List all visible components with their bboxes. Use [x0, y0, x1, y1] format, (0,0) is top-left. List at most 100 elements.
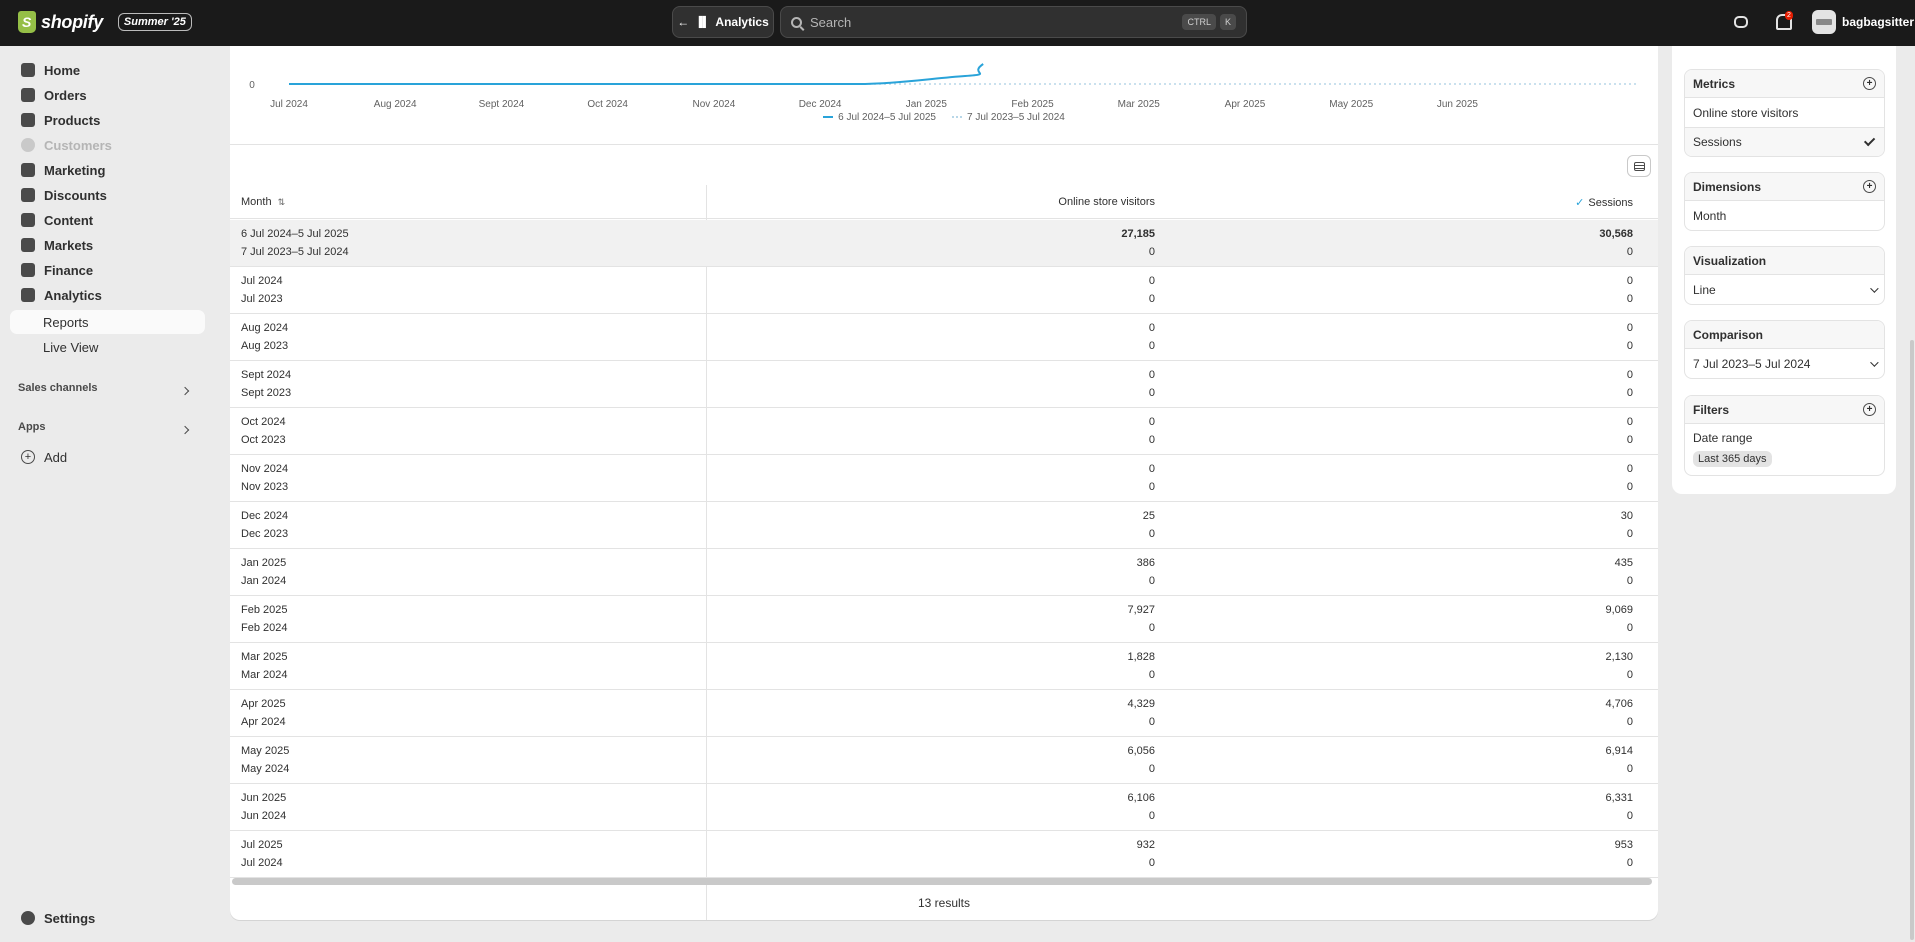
header-label: Month — [241, 196, 272, 208]
shopify-logo[interactable]: shopify Summer '25 — [18, 11, 192, 33]
sidebar-item-marketing[interactable]: Marketing — [10, 158, 205, 182]
visitors-column-header[interactable]: Online store visitors — [1058, 196, 1155, 208]
back-to-analytics-button[interactable]: ← ▐▌ Analytics — [672, 6, 774, 38]
plus-circle-icon: + — [21, 450, 35, 464]
sidebar-item-content[interactable]: Content — [10, 208, 205, 232]
sidebar-item-orders[interactable]: Orders — [10, 83, 205, 107]
add-filter-icon[interactable]: + — [1863, 403, 1876, 416]
sessions-compare-value: 0 — [1626, 810, 1633, 822]
sessions-cell: 00 — [1627, 413, 1633, 449]
sessions-compare-value: 0 — [1626, 246, 1633, 258]
inbox-icon[interactable] — [1734, 16, 1748, 28]
metric-visitors[interactable]: Online store visitors — [1685, 98, 1884, 127]
visitors-value: 0 — [1148, 416, 1155, 428]
sessions-value: 6,331 — [1605, 792, 1633, 804]
visitors-cell: 6,106 0 — [1127, 789, 1155, 825]
metrics-title: Metrics — [1693, 76, 1736, 91]
filter-chip[interactable]: Last 365 days — [1693, 451, 1772, 467]
dimension-month[interactable]: Month — [1685, 201, 1884, 230]
sidebar-item-analytics[interactable]: Analytics — [10, 283, 205, 307]
check-icon: ✓ — [1575, 197, 1585, 209]
analytics-icon — [21, 288, 35, 302]
visitors-value: 1,828 — [1127, 651, 1155, 663]
comparison-select[interactable]: 7 Jul 2023–5 Jul 2024 — [1685, 349, 1884, 378]
visitors-cell: 25 0 — [1143, 507, 1155, 543]
x-tick-label: Apr 2025 — [1225, 99, 1266, 110]
sessions-value: 0 — [1626, 463, 1633, 475]
sessions-column-header[interactable]: ✓ Sessions — [1575, 196, 1633, 209]
dimensions-section: Dimensions + Month — [1684, 172, 1885, 231]
chevron-right-icon[interactable] — [180, 386, 190, 396]
sidebar-item-home[interactable]: Home — [10, 58, 205, 82]
sort-icon[interactable]: ⇅ — [278, 197, 286, 208]
month-cell: Oct 2024 Oct 2023 — [241, 413, 286, 449]
sidebar-item-add[interactable]: + Add — [10, 445, 205, 469]
sidebar-item-finance[interactable]: Finance — [10, 258, 205, 282]
visitors-compare-value: 0 — [1148, 481, 1155, 493]
month-cell: May 2025 May 2024 — [241, 742, 289, 778]
filter-label: Date range — [1693, 431, 1753, 445]
filter-date-range[interactable]: Date range Last 365 days — [1685, 424, 1884, 475]
visitors-cell: 4,329 0 — [1127, 695, 1155, 731]
legend-solid-swatch — [823, 116, 834, 119]
bar-chart-icon: ▐▌ — [695, 16, 710, 28]
month-cell: Jul 2024 Jul 2023 — [241, 272, 283, 308]
table-view-button[interactable] — [1627, 155, 1651, 177]
table-row: Sept 2024 Sept 2023 0 0 0 0 — [230, 361, 1658, 408]
visualization-select[interactable]: Line — [1685, 275, 1884, 304]
comparison-value: 7 Jul 2023–5 Jul 2024 — [1693, 356, 1811, 371]
visitors-compare-value: 0 — [1148, 528, 1155, 540]
sessions-value: 6,914 — [1605, 745, 1633, 757]
edition-badge[interactable]: Summer '25 — [117, 13, 192, 31]
month-cell: Feb 2025 Feb 2024 — [241, 601, 287, 637]
vertical-scrollbar[interactable] — [1910, 340, 1914, 940]
chart-legend: 6 Jul 2024–5 Jul 2025 7 Jul 2023–5 Jul 2… — [230, 112, 1658, 123]
sidebar-item-label: Add — [44, 449, 68, 465]
sessions-value: 0 — [1626, 369, 1633, 381]
month-label: Apr 2025 — [241, 698, 286, 710]
chevron-right-icon[interactable] — [180, 425, 190, 435]
sessions-compare-value: 0 — [1626, 434, 1633, 446]
x-tick-label: Nov 2024 — [692, 99, 735, 110]
legend-item-current[interactable]: 6 Jul 2024–5 Jul 2025 — [823, 112, 936, 123]
x-tick-label: Jan 2025 — [906, 99, 948, 110]
target-icon — [21, 163, 35, 177]
filters-title: Filters — [1693, 402, 1730, 417]
sidebar-item-label: Marketing — [44, 162, 106, 178]
store-menu[interactable]: bagbagsitter — [1812, 10, 1914, 34]
x-tick-label: Aug 2024 — [374, 99, 417, 110]
sidebar-item-live-view[interactable]: Live View — [10, 335, 205, 359]
search-input[interactable]: Search CTRL K — [780, 6, 1247, 38]
horizontal-scrollbar[interactable] — [232, 878, 1652, 885]
sidebar-item-products[interactable]: Products — [10, 108, 205, 132]
home-icon — [21, 63, 35, 77]
sessions-compare-value: 0 — [1626, 716, 1633, 728]
month-cell: Jul 2025 Jul 2024 — [241, 836, 283, 872]
sidebar-item-settings[interactable]: Settings — [10, 906, 205, 930]
sessions-cell: 2,130 0 — [1605, 648, 1633, 684]
sidebar-item-discounts[interactable]: Discounts — [10, 183, 205, 207]
compare-month-label: Aug 2023 — [241, 340, 289, 352]
sidebar-item-label: Content — [44, 212, 94, 228]
sidebar-item-label: Orders — [44, 87, 87, 103]
sessions-cell: 00 — [1627, 272, 1633, 308]
divider — [230, 144, 1658, 145]
visitors-compare-value: 0 — [1148, 246, 1155, 258]
sidebar-item-label: Home — [44, 62, 81, 78]
sidebar-item-markets[interactable]: Markets — [10, 233, 205, 257]
sales-channels-heading[interactable]: Sales channels — [18, 382, 98, 394]
metric-sessions[interactable]: Sessions — [1685, 127, 1884, 156]
month-label: Jul 2024 — [241, 275, 283, 287]
month-label: Jan 2025 — [241, 557, 287, 569]
sidebar-item-reports[interactable]: Reports — [10, 310, 205, 334]
add-dimension-icon[interactable]: + — [1863, 180, 1876, 193]
month-column-header[interactable]: Month ⇅ — [241, 196, 285, 208]
legend-item-comparison[interactable]: 7 Jul 2023–5 Jul 2024 — [952, 112, 1065, 123]
apps-heading[interactable]: Apps — [18, 421, 46, 433]
sidebar-item-customers[interactable]: Customers — [10, 133, 205, 157]
comparison-header: Comparison — [1685, 321, 1884, 349]
table-row: May 2025 May 2024 6,056 0 6,914 0 — [230, 737, 1658, 784]
add-metric-icon[interactable]: + — [1863, 77, 1876, 90]
sessions-cell: 953 0 — [1615, 836, 1633, 872]
results-count: 13 results — [917, 896, 971, 910]
